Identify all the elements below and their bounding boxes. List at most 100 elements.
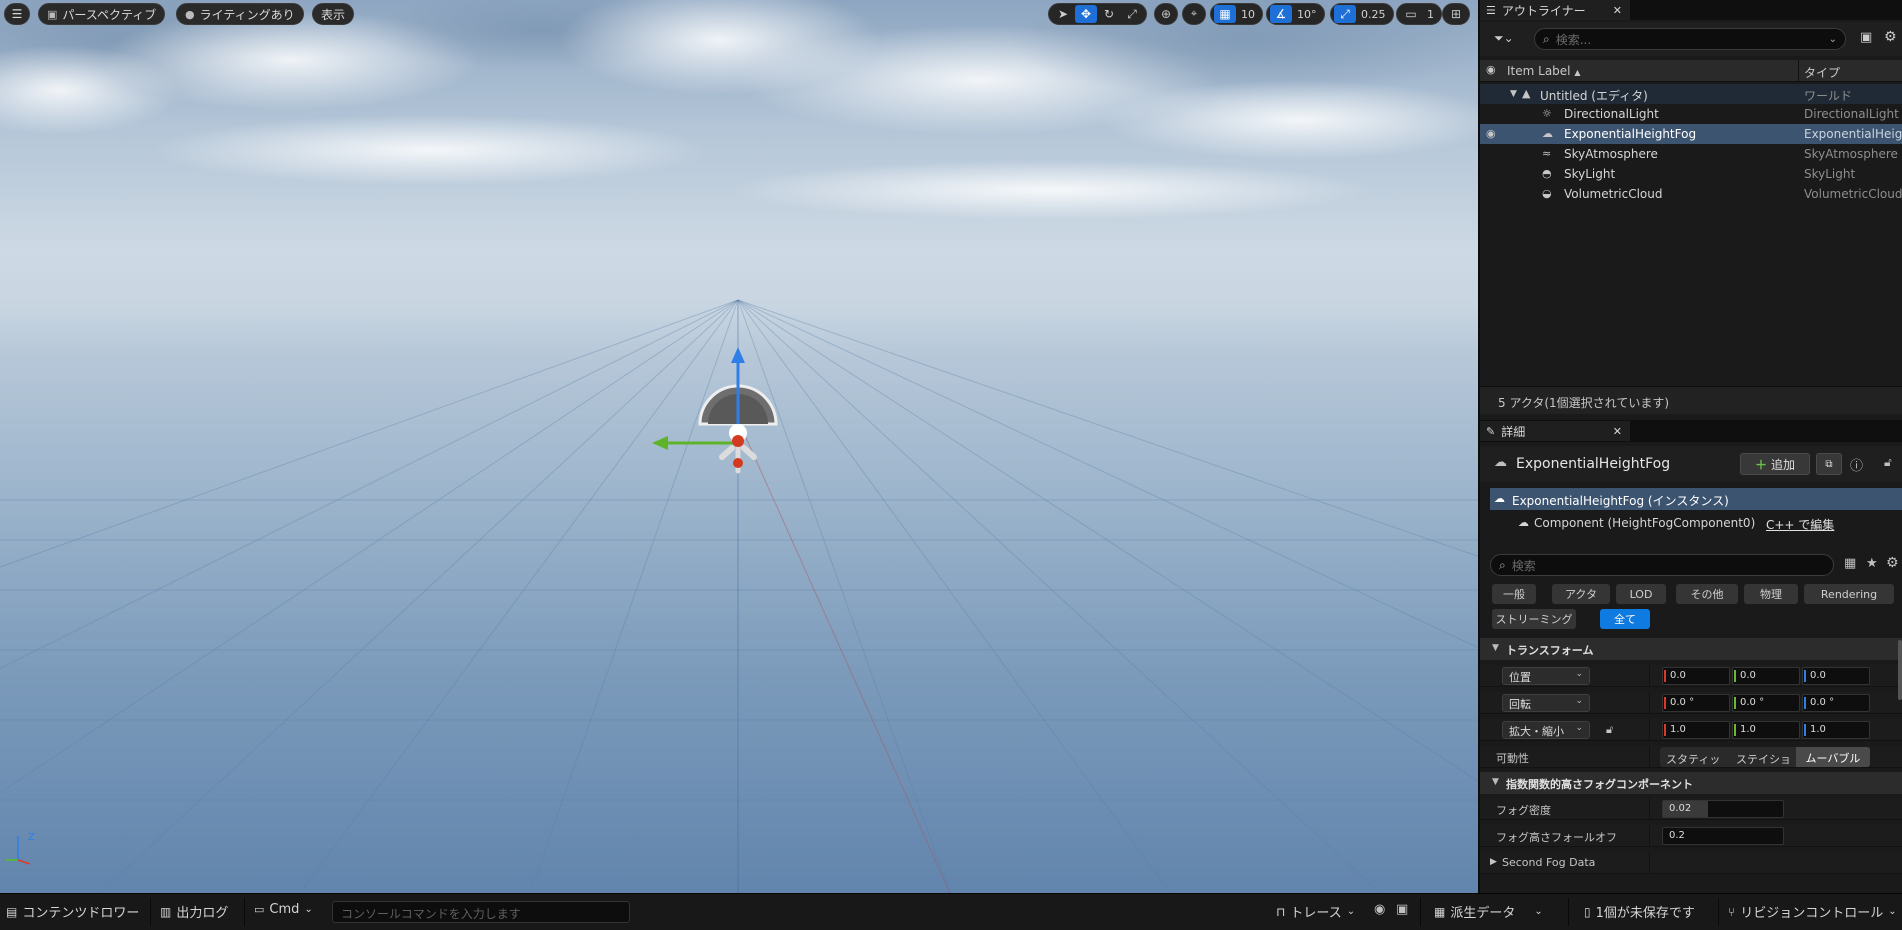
chevron-down-icon[interactable]: ⌄ — [1829, 34, 1837, 45]
viewport-menu-button[interactable]: ☰ — [4, 3, 30, 25]
viewport-layout-button[interactable]: ⊞ — [1442, 3, 1470, 25]
list-item[interactable]: ☼ DirectionalLight DirectionalLight — [1480, 104, 1902, 124]
settings-icon[interactable]: ⚙ — [1886, 555, 1899, 571]
coordinate-space-button[interactable]: ⊕ — [1154, 3, 1178, 25]
tab-details[interactable]: ✎ 詳細 ✕ — [1480, 421, 1630, 441]
filter-lod[interactable]: LOD — [1616, 584, 1666, 604]
scale-dropdown[interactable]: 拡大・縮小 ⌄ — [1502, 721, 1590, 739]
content-drawer-button[interactable]: ▤ コンテンツドロワー — [6, 902, 139, 922]
filter-streaming[interactable]: ストリーミング — [1492, 609, 1576, 629]
folder-icon: ▤ — [6, 904, 18, 919]
rotation-y-field[interactable]: 0.0 ° — [1732, 694, 1800, 712]
translate-tool-icon[interactable]: ✥ — [1075, 5, 1097, 23]
grid-snap-group: ▦ 10 — [1210, 3, 1263, 25]
help-icon[interactable]: ⓘ — [1850, 455, 1863, 474]
mobility-movable[interactable]: ムーバブル — [1796, 747, 1870, 767]
filter-physics[interactable]: 物理 — [1744, 584, 1798, 604]
filter-misc[interactable]: その他 — [1676, 584, 1738, 604]
second-fog-data-row[interactable]: ▶ Second Fog Data — [1480, 852, 1902, 874]
blueprint-button[interactable]: ⧉ — [1816, 453, 1842, 475]
rotation-x-field[interactable]: 0.0 ° — [1662, 694, 1730, 712]
filter-icon[interactable]: ⏷⌄ — [1494, 31, 1514, 46]
visibility-eye-icon[interactable]: ◉ — [1486, 127, 1496, 140]
rotation-snap-value[interactable]: 10° — [1293, 8, 1321, 21]
cmd-dropdown[interactable]: ▭ Cmd ⌄ — [254, 902, 313, 917]
scale-snap-icon[interactable]: ⤢ — [1334, 5, 1356, 23]
chevron-down-icon: ⌄ — [304, 904, 313, 915]
fog-density-field[interactable]: 0.02 — [1662, 800, 1784, 818]
settings-icon[interactable]: ⚙ — [1884, 29, 1897, 45]
star-icon[interactable]: ★ — [1866, 556, 1878, 571]
scale-x-field[interactable]: 1.0 — [1662, 721, 1730, 739]
column-type[interactable]: タイプ — [1804, 64, 1840, 81]
close-icon[interactable]: ✕ — [1613, 425, 1622, 438]
mobility-static[interactable]: スタティック — [1666, 749, 1720, 767]
console-input[interactable]: コンソールコマンドを入力します — [332, 901, 630, 923]
surface-snap-button[interactable]: ⌖ — [1182, 3, 1206, 25]
list-item[interactable]: ◓ SkyLight SkyLight — [1480, 164, 1902, 184]
perspective-button[interactable]: ▣ パースペクティブ — [38, 3, 166, 25]
section-transform[interactable]: ▼ トランスフォーム — [1480, 638, 1902, 660]
scale-y-field[interactable]: 1.0 — [1732, 721, 1800, 739]
rotate-tool-icon[interactable]: ↻ — [1098, 5, 1120, 23]
unsaved-button[interactable]: ▯ 1個が未保存です — [1584, 902, 1695, 922]
location-z-field[interactable]: 0.0 — [1802, 667, 1870, 685]
tab-outliner[interactable]: ☰ アウトライナー ✕ — [1480, 0, 1630, 20]
derived-data-button[interactable]: ▦ 派生データ ⌄ — [1434, 902, 1543, 922]
fog-falloff-field[interactable]: 0.2 — [1662, 827, 1784, 845]
level-viewport[interactable]: Z ☰ ▣ パースペクティブ ● ライティングあり 表示 ➤ ✥ ↻ ⤢ ⊕ ⌖… — [0, 0, 1478, 893]
branch-icon: ⑂ — [1728, 904, 1736, 919]
lock-icon[interactable]: 🔓︎ — [1884, 455, 1892, 470]
record-icon[interactable]: ◉ — [1374, 902, 1385, 917]
location-dropdown[interactable]: 位置 ⌄ — [1502, 667, 1590, 685]
screenshot-icon[interactable]: ▣ — [1396, 902, 1408, 917]
transform-gizmo[interactable] — [640, 345, 780, 485]
trace-button[interactable]: ⊓ トレース ⌄ — [1276, 902, 1355, 922]
list-item-selected[interactable]: ◉ ☁ ExponentialHeightFog ExponentialHeig… — [1480, 124, 1902, 144]
collapse-arrow-icon: ▼ — [1492, 777, 1499, 787]
details-search-input[interactable]: ⌕ 検索 — [1490, 554, 1834, 576]
component-instance-row[interactable]: ☁ ExponentialHeightFog (インスタンス) — [1490, 488, 1902, 510]
lighting-mode-button[interactable]: ● ライティングあり — [176, 3, 304, 25]
scale-z-field[interactable]: 1.0 — [1802, 721, 1870, 739]
show-menu-button[interactable]: 表示 — [312, 3, 355, 25]
edit-cpp-link[interactable]: C++ で編集 — [1766, 516, 1834, 533]
scale-tool-icon[interactable]: ⤢ — [1121, 5, 1143, 23]
filter-actor[interactable]: アクタ — [1552, 584, 1610, 604]
column-item-label[interactable]: Item Label ▲ — [1507, 64, 1581, 78]
camera-speed-value[interactable]: 1 — [1423, 8, 1438, 21]
search-icon: ⌕ — [1543, 31, 1550, 46]
scale-lock-icon[interactable]: 🔓︎ — [1606, 723, 1613, 737]
scale-snap-value[interactable]: 0.25 — [1357, 8, 1390, 21]
component-row[interactable]: ☁ Component (HeightFogComponent0) C++ で編… — [1490, 512, 1902, 534]
grid-snap-value[interactable]: 10 — [1237, 8, 1259, 21]
close-icon[interactable]: ✕ — [1613, 4, 1622, 17]
select-tool-icon[interactable]: ➤ — [1052, 5, 1074, 23]
list-item[interactable]: ▼ ▲ Untitled (エディタ) ワールド — [1480, 84, 1902, 104]
add-folder-icon[interactable]: ▣ — [1860, 30, 1872, 45]
location-y-field[interactable]: 0.0 — [1732, 667, 1800, 685]
mobility-stationary[interactable]: ステイショナリ — [1736, 749, 1790, 767]
table-view-icon[interactable]: ▦ — [1844, 556, 1856, 571]
actor-name[interactable]: ExponentialHeightFog — [1516, 456, 1670, 472]
section-height-fog-component[interactable]: ▼ 指数関数的高さフォグコンポーネント — [1480, 772, 1902, 794]
list-item[interactable]: ◒ VolumetricCloud VolumetricCloud — [1480, 184, 1902, 204]
add-component-button[interactable]: ＋ 追加 — [1740, 453, 1810, 475]
expand-arrow-icon[interactable]: ▼ — [1510, 89, 1517, 99]
filter-rendering[interactable]: Rendering — [1804, 584, 1894, 604]
grid-snap-icon[interactable]: ▦ — [1214, 5, 1236, 23]
visibility-column-icon[interactable]: ◉ — [1486, 63, 1496, 76]
scrollbar[interactable] — [1898, 640, 1902, 700]
rotation-snap-icon[interactable]: ∡ — [1270, 5, 1292, 23]
location-x-field[interactable]: 0.0 — [1662, 667, 1730, 685]
rotation-dropdown[interactable]: 回転 ⌄ — [1502, 694, 1590, 712]
list-item[interactable]: ≈ SkyAtmosphere SkyAtmosphere — [1480, 144, 1902, 164]
filter-general[interactable]: 一般 — [1492, 584, 1536, 604]
revision-control-button[interactable]: ⑂ リビジョンコントロール ⌄ — [1728, 902, 1897, 922]
filter-all[interactable]: 全て — [1600, 609, 1650, 629]
rotation-z-field[interactable]: 0.0 ° — [1802, 694, 1870, 712]
transform-tools: ➤ ✥ ↻ ⤢ — [1048, 3, 1147, 25]
output-log-button[interactable]: ▥ 出力ログ — [160, 902, 228, 922]
camera-icon[interactable]: ▭ — [1400, 5, 1422, 23]
outliner-search-input[interactable]: ⌕ 検索... ⌄ — [1534, 28, 1846, 50]
